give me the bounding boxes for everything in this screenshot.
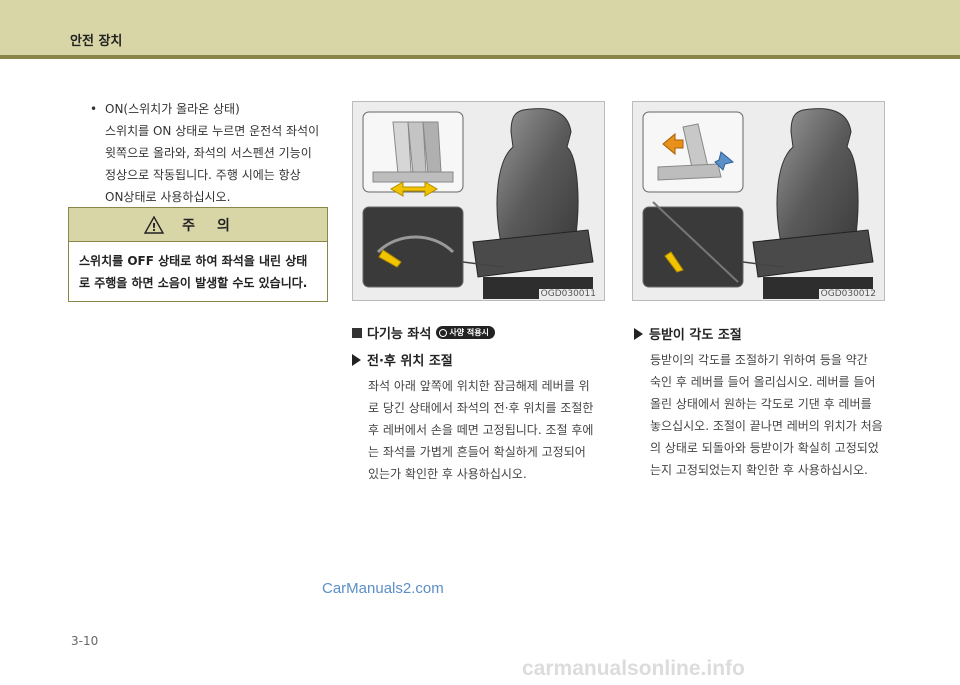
option-badge: 사양 적용시 xyxy=(436,326,495,339)
bottom-watermark: carmanualsonline.info xyxy=(522,657,745,680)
caution-line: 로 주행을 하면 소음이 발생할 수도 있습니다. xyxy=(79,276,308,290)
seat-illustration xyxy=(633,102,884,300)
paragraph-line: 숙인 후 레버를 들어 올리십시오. 레버를 들어 xyxy=(650,375,876,389)
svg-text:!: ! xyxy=(152,221,157,234)
paragraph-line: 는 좌석를 가볍게 흔들어 확실하게 고정되어 xyxy=(368,445,586,459)
seat-illustration xyxy=(353,102,604,300)
fore-aft-title: 전·후 위치 조절 xyxy=(352,350,453,369)
magnifier-icon xyxy=(439,328,448,337)
paragraph-line: 올린 상태에서 원하는 각도로 기댄 후 레버를 xyxy=(650,397,872,411)
caution-header: ! 주의 xyxy=(69,208,327,242)
bullet-item: • ON(스위치가 올라온 상태) 스위치를 ON 상태로 누르면 운전석 좌석… xyxy=(82,98,332,208)
triangle-bullet-icon xyxy=(634,327,643,340)
header-band: 안전 장치 xyxy=(0,0,960,55)
paragraph-line: 의 상태로 되돌아와 등받이가 확실히 고정되었 xyxy=(650,441,879,455)
section-title-text: 다기능 좌석 xyxy=(367,327,432,342)
paragraph-line: 있는가 확인한 후 사용하십시오. xyxy=(368,467,527,481)
figure-backrest-angle: OGD030012 xyxy=(632,101,885,301)
paragraph-line: 로 당긴 상태에서 좌석의 전·후 위치를 조절한 xyxy=(368,401,594,415)
paragraph-line: 는지 고정되었는지 확인한 후 사용하십시오. xyxy=(650,463,868,477)
paragraph-line: 놓으십시오. 조절이 끝나면 레버의 위치가 처음 xyxy=(650,419,883,433)
caution-title: 주의 xyxy=(182,217,252,234)
triangle-bullet-icon xyxy=(352,353,361,366)
bullet-line: 정상으로 작동됩니다. 주행 시에는 항상 xyxy=(105,168,301,182)
bullet-line: 윗쪽으로 올라와, 좌석의 서스펜션 기능이 xyxy=(105,146,312,160)
fore-aft-title-text: 전·후 위치 조절 xyxy=(367,354,453,369)
caution-body: 스위치를 OFF 상태로 하여 좌석을 내린 상태 로 주행을 하면 소음이 발… xyxy=(69,242,327,302)
backrest-title-text: 등받이 각도 조절 xyxy=(649,328,742,343)
caution-box: ! 주의 스위치를 OFF 상태로 하여 좌석을 내린 상태 로 주행을 하면 … xyxy=(68,207,328,302)
bullet-line: ON상태로 사용하십시오. xyxy=(105,190,231,204)
backrest-paragraph: 등받이의 각도를 조절하기 위하여 등을 약간 숙인 후 레버를 들어 올리십시… xyxy=(650,349,883,481)
figure-code: OGD030012 xyxy=(818,289,878,299)
figure-code: OGD030011 xyxy=(538,289,598,299)
section-title: 다기능 좌석 사양 적용시 xyxy=(352,323,495,342)
bullet-heading: ON(스위치가 올라온 상태) xyxy=(105,102,240,116)
page-header-title: 안전 장치 xyxy=(70,34,123,49)
page-number: 3-10 xyxy=(71,634,99,648)
fore-aft-paragraph: 좌석 아래 앞쪽에 위치한 잠금해제 레버를 위 로 당긴 상태에서 좌석의 전… xyxy=(368,375,593,485)
square-bullet-icon xyxy=(352,327,362,338)
site-watermark: CarManuals2.com xyxy=(322,580,444,597)
header-rule xyxy=(0,55,960,59)
figure-seat-fore-aft: OGD030011 xyxy=(352,101,605,301)
paragraph-line: 후 레버에서 손을 떼면 고정됩니다. 조절 후에 xyxy=(368,423,594,437)
bullet-mark: • xyxy=(90,102,98,116)
warning-triangle-icon: ! xyxy=(144,215,165,234)
bullet-line: 스위치를 ON 상태로 누르면 운전석 좌석이 xyxy=(105,124,320,138)
caution-line: 스위치를 OFF 상태로 하여 좌석을 내린 상태 xyxy=(79,254,308,268)
paragraph-line: 등받이의 각도를 조절하기 위하여 등을 약간 xyxy=(650,353,868,367)
option-badge-label: 사양 적용시 xyxy=(449,328,489,337)
switch-on-description: • ON(스위치가 올라온 상태) 스위치를 ON 상태로 누르면 운전석 좌석… xyxy=(82,98,332,208)
paragraph-line: 좌석 아래 앞쪽에 위치한 잠금해제 레버를 위 xyxy=(368,379,590,393)
backrest-title: 등받이 각도 조절 xyxy=(634,324,742,343)
